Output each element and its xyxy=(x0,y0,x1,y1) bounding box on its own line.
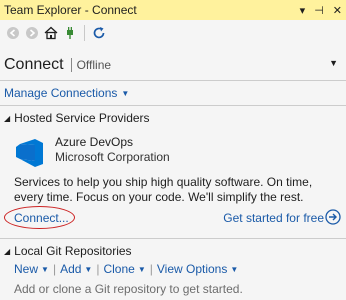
chevron-down-icon[interactable]: ▼ xyxy=(84,265,92,274)
collapse-triangle-icon[interactable]: ◢ xyxy=(4,114,10,123)
window-titlebar: Team Explorer - Connect ▾ ⊣ ✕ xyxy=(0,0,346,20)
divider xyxy=(0,105,346,106)
arrow-right-circle-icon[interactable] xyxy=(325,209,341,225)
provider-company: Microsoft Corporation xyxy=(55,150,170,164)
section-title: Local Git Repositories xyxy=(14,244,132,258)
provider-description: Services to help you ship high quality s… xyxy=(14,175,313,204)
git-actions-bar: New ▼ | Add ▼ | Clone ▼ | View Options ▼ xyxy=(14,262,238,276)
divider xyxy=(0,80,346,81)
clone-button[interactable]: Clone xyxy=(103,262,134,276)
forward-icon[interactable] xyxy=(24,25,40,41)
azure-devops-logo-icon xyxy=(16,139,43,167)
home-icon[interactable] xyxy=(43,25,59,41)
page-title: Connect xyxy=(4,56,64,73)
window-dropdown-icon[interactable]: ▾ xyxy=(300,4,306,17)
toolbar-separator xyxy=(84,25,85,41)
view-options-button[interactable]: View Options xyxy=(157,262,227,276)
window-title: Team Explorer - Connect xyxy=(4,3,137,17)
action-separator: | xyxy=(52,262,57,276)
manage-connections-label: Manage Connections xyxy=(4,86,118,100)
chevron-down-icon[interactable]: ▼ xyxy=(138,265,146,274)
divider xyxy=(0,238,346,239)
page-header: Connect Offline ▼ xyxy=(0,50,346,80)
add-button[interactable]: Add xyxy=(60,262,81,276)
header-divider xyxy=(70,58,72,72)
section-title: Hosted Service Providers xyxy=(14,111,150,125)
connect-link[interactable]: Connect... xyxy=(14,211,69,225)
action-separator: | xyxy=(149,262,153,276)
chevron-down-icon: ▼ xyxy=(121,88,130,98)
collapse-triangle-icon[interactable]: ◢ xyxy=(4,247,10,256)
manage-connections-link[interactable]: Manage Connections ▼ xyxy=(4,86,129,100)
new-button[interactable]: New xyxy=(14,262,38,276)
hosted-providers-section-header[interactable]: ◢ Hosted Service Providers xyxy=(4,111,150,125)
action-separator: | xyxy=(96,262,100,276)
plug-icon[interactable] xyxy=(62,25,78,41)
pin-icon[interactable]: ⊣ xyxy=(314,4,324,17)
chevron-down-icon[interactable]: ▼ xyxy=(230,265,238,274)
connection-status: Offline xyxy=(76,58,112,72)
git-hint-text: Add or clone a Git repository to get sta… xyxy=(14,282,243,296)
close-icon[interactable]: ✕ xyxy=(333,4,342,17)
git-repos-section-header[interactable]: ◢ Local Git Repositories xyxy=(4,244,132,258)
page-menu-icon[interactable]: ▼ xyxy=(329,58,338,68)
chevron-down-icon[interactable]: ▼ xyxy=(41,265,49,274)
get-started-link[interactable]: Get started for free xyxy=(223,211,324,225)
window-controls: ▾ ⊣ ✕ xyxy=(300,0,342,20)
provider-name: Azure DevOps xyxy=(55,135,134,149)
toolbar xyxy=(0,20,346,46)
back-icon[interactable] xyxy=(5,25,21,41)
refresh-icon[interactable] xyxy=(91,25,107,41)
